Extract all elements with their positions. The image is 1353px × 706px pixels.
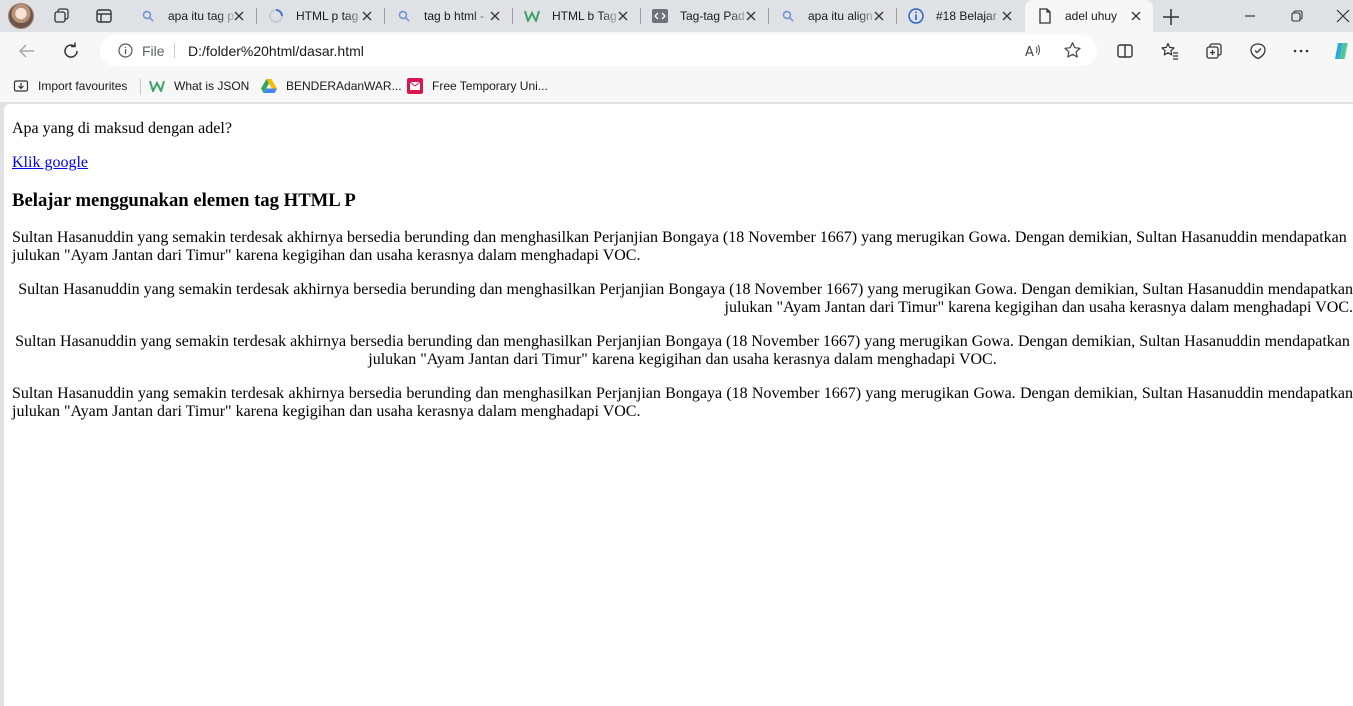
tab-title: #18 Belajar xyxy=(936,9,997,23)
read-aloud-icon[interactable]: A xyxy=(1024,42,1042,60)
new-tab-icon[interactable] xyxy=(1160,6,1182,28)
close-tab-icon[interactable] xyxy=(232,9,246,23)
tab-title: HTML b Tag xyxy=(552,9,617,23)
browser-tab-active[interactable]: adel uhuy xyxy=(1025,0,1153,32)
favourite-label: Import favourites xyxy=(38,79,128,93)
svg-text:A: A xyxy=(1025,45,1034,60)
close-tab-icon[interactable] xyxy=(1129,9,1143,23)
tab-title: apa itu align xyxy=(808,9,873,23)
tab-title: apa itu tag p xyxy=(168,9,235,23)
favourite-label: Free Temporary Uni... xyxy=(432,79,548,93)
close-tab-icon[interactable] xyxy=(1000,9,1014,23)
close-window-icon[interactable] xyxy=(1335,8,1351,24)
favourite-star-icon[interactable] xyxy=(1063,41,1082,60)
document-body: Apa yang di maksud dengan adel? Klik goo… xyxy=(12,104,1353,437)
import-icon xyxy=(13,78,29,94)
favourite-label: BENDERAdanWAR... xyxy=(286,79,402,93)
close-tab-icon[interactable] xyxy=(616,9,630,23)
page-heading: Belajar menggunakan elemen tag HTML P xyxy=(12,190,356,211)
workspaces-icon[interactable] xyxy=(52,6,72,26)
tab-title: HTML p tag xyxy=(296,9,359,23)
url-text[interactable]: D:/folder%20html/dasar.html xyxy=(188,43,364,59)
minimize-icon[interactable] xyxy=(1242,8,1258,24)
profile-avatar[interactable] xyxy=(8,3,34,29)
browser-tab[interactable]: #18 Belajar xyxy=(896,0,1024,32)
search-icon xyxy=(780,8,796,24)
address-bar[interactable]: File D:/folder%20html/dasar.html A xyxy=(100,35,1097,66)
w3schools-icon xyxy=(524,8,540,24)
close-tab-icon[interactable] xyxy=(360,9,374,23)
browser-tab[interactable]: apa itu align xyxy=(768,0,897,32)
loading-icon xyxy=(268,8,284,24)
favourites-icon[interactable] xyxy=(1160,41,1180,61)
paragraph-left: Sultan Hasanuddin yang semakin terdesak … xyxy=(12,229,1347,264)
w3schools-icon xyxy=(149,78,165,94)
info-icon xyxy=(908,8,924,24)
favourites-bar: Import favourites What is JSON BENDERAda… xyxy=(0,70,1353,103)
tab-title: adel uhuy xyxy=(1065,9,1118,23)
toolbar: File D:/folder%20html/dasar.html A xyxy=(0,32,1353,70)
tab-strip: apa itu tag p HTML p tag tag b html - HT… xyxy=(0,0,1353,32)
code-icon xyxy=(652,8,668,24)
browser-tab[interactable]: apa itu tag p xyxy=(128,0,257,32)
favourite-item[interactable]: What is JSON xyxy=(149,78,249,94)
tab-actions-icon[interactable] xyxy=(94,6,114,26)
split-screen-icon[interactable] xyxy=(1115,41,1135,61)
browser-tab[interactable]: HTML p tag xyxy=(256,0,385,32)
close-tab-icon[interactable] xyxy=(872,9,886,23)
page-viewport: Apa yang di maksud dengan adel? Klik goo… xyxy=(4,104,1353,706)
favourite-item[interactable]: Free Temporary Uni... xyxy=(407,78,548,94)
google-drive-icon xyxy=(261,78,277,94)
more-options-icon[interactable] xyxy=(1291,41,1311,61)
protocol-label: File xyxy=(142,43,165,59)
paragraph-center: Sultan Hasanuddin yang semakin terdesak … xyxy=(15,333,1350,368)
browser-tab[interactable]: tag b html - xyxy=(384,0,513,32)
back-icon[interactable] xyxy=(17,41,37,61)
collections-icon[interactable] xyxy=(1204,41,1224,61)
tab-title: tag b html - xyxy=(424,9,485,23)
close-tab-icon[interactable] xyxy=(488,9,502,23)
tab-title: Tag-tag Pad xyxy=(680,9,745,23)
favourite-item[interactable]: Import favourites xyxy=(13,78,127,94)
browser-tab[interactable]: Tag-tag Pad xyxy=(640,0,769,32)
favourite-label: What is JSON xyxy=(174,79,250,93)
browser-tab[interactable]: HTML b Tag xyxy=(512,0,641,32)
google-link[interactable]: Klik google xyxy=(12,154,88,171)
search-icon xyxy=(396,8,412,24)
close-tab-icon[interactable] xyxy=(744,9,758,23)
copilot-icon[interactable] xyxy=(1332,41,1352,61)
refresh-icon[interactable] xyxy=(61,41,81,61)
page-icon xyxy=(1037,8,1053,24)
restore-icon[interactable] xyxy=(1289,8,1305,24)
tempmail-icon xyxy=(407,78,423,94)
address-divider xyxy=(174,43,175,58)
question-text: Apa yang di maksud dengan adel? xyxy=(12,120,232,137)
favourite-item[interactable]: BENDERAdanWAR... xyxy=(261,78,402,94)
info-icon[interactable] xyxy=(118,43,133,58)
paragraph-right: Sultan Hasanuddin yang semakin terdesak … xyxy=(18,281,1353,316)
search-icon xyxy=(140,8,156,24)
paragraph-justify: Sultan Hasanuddin yang semakin terdesak … xyxy=(12,385,1353,420)
favourites-divider xyxy=(140,79,141,95)
browser-essentials-icon[interactable] xyxy=(1248,41,1268,61)
